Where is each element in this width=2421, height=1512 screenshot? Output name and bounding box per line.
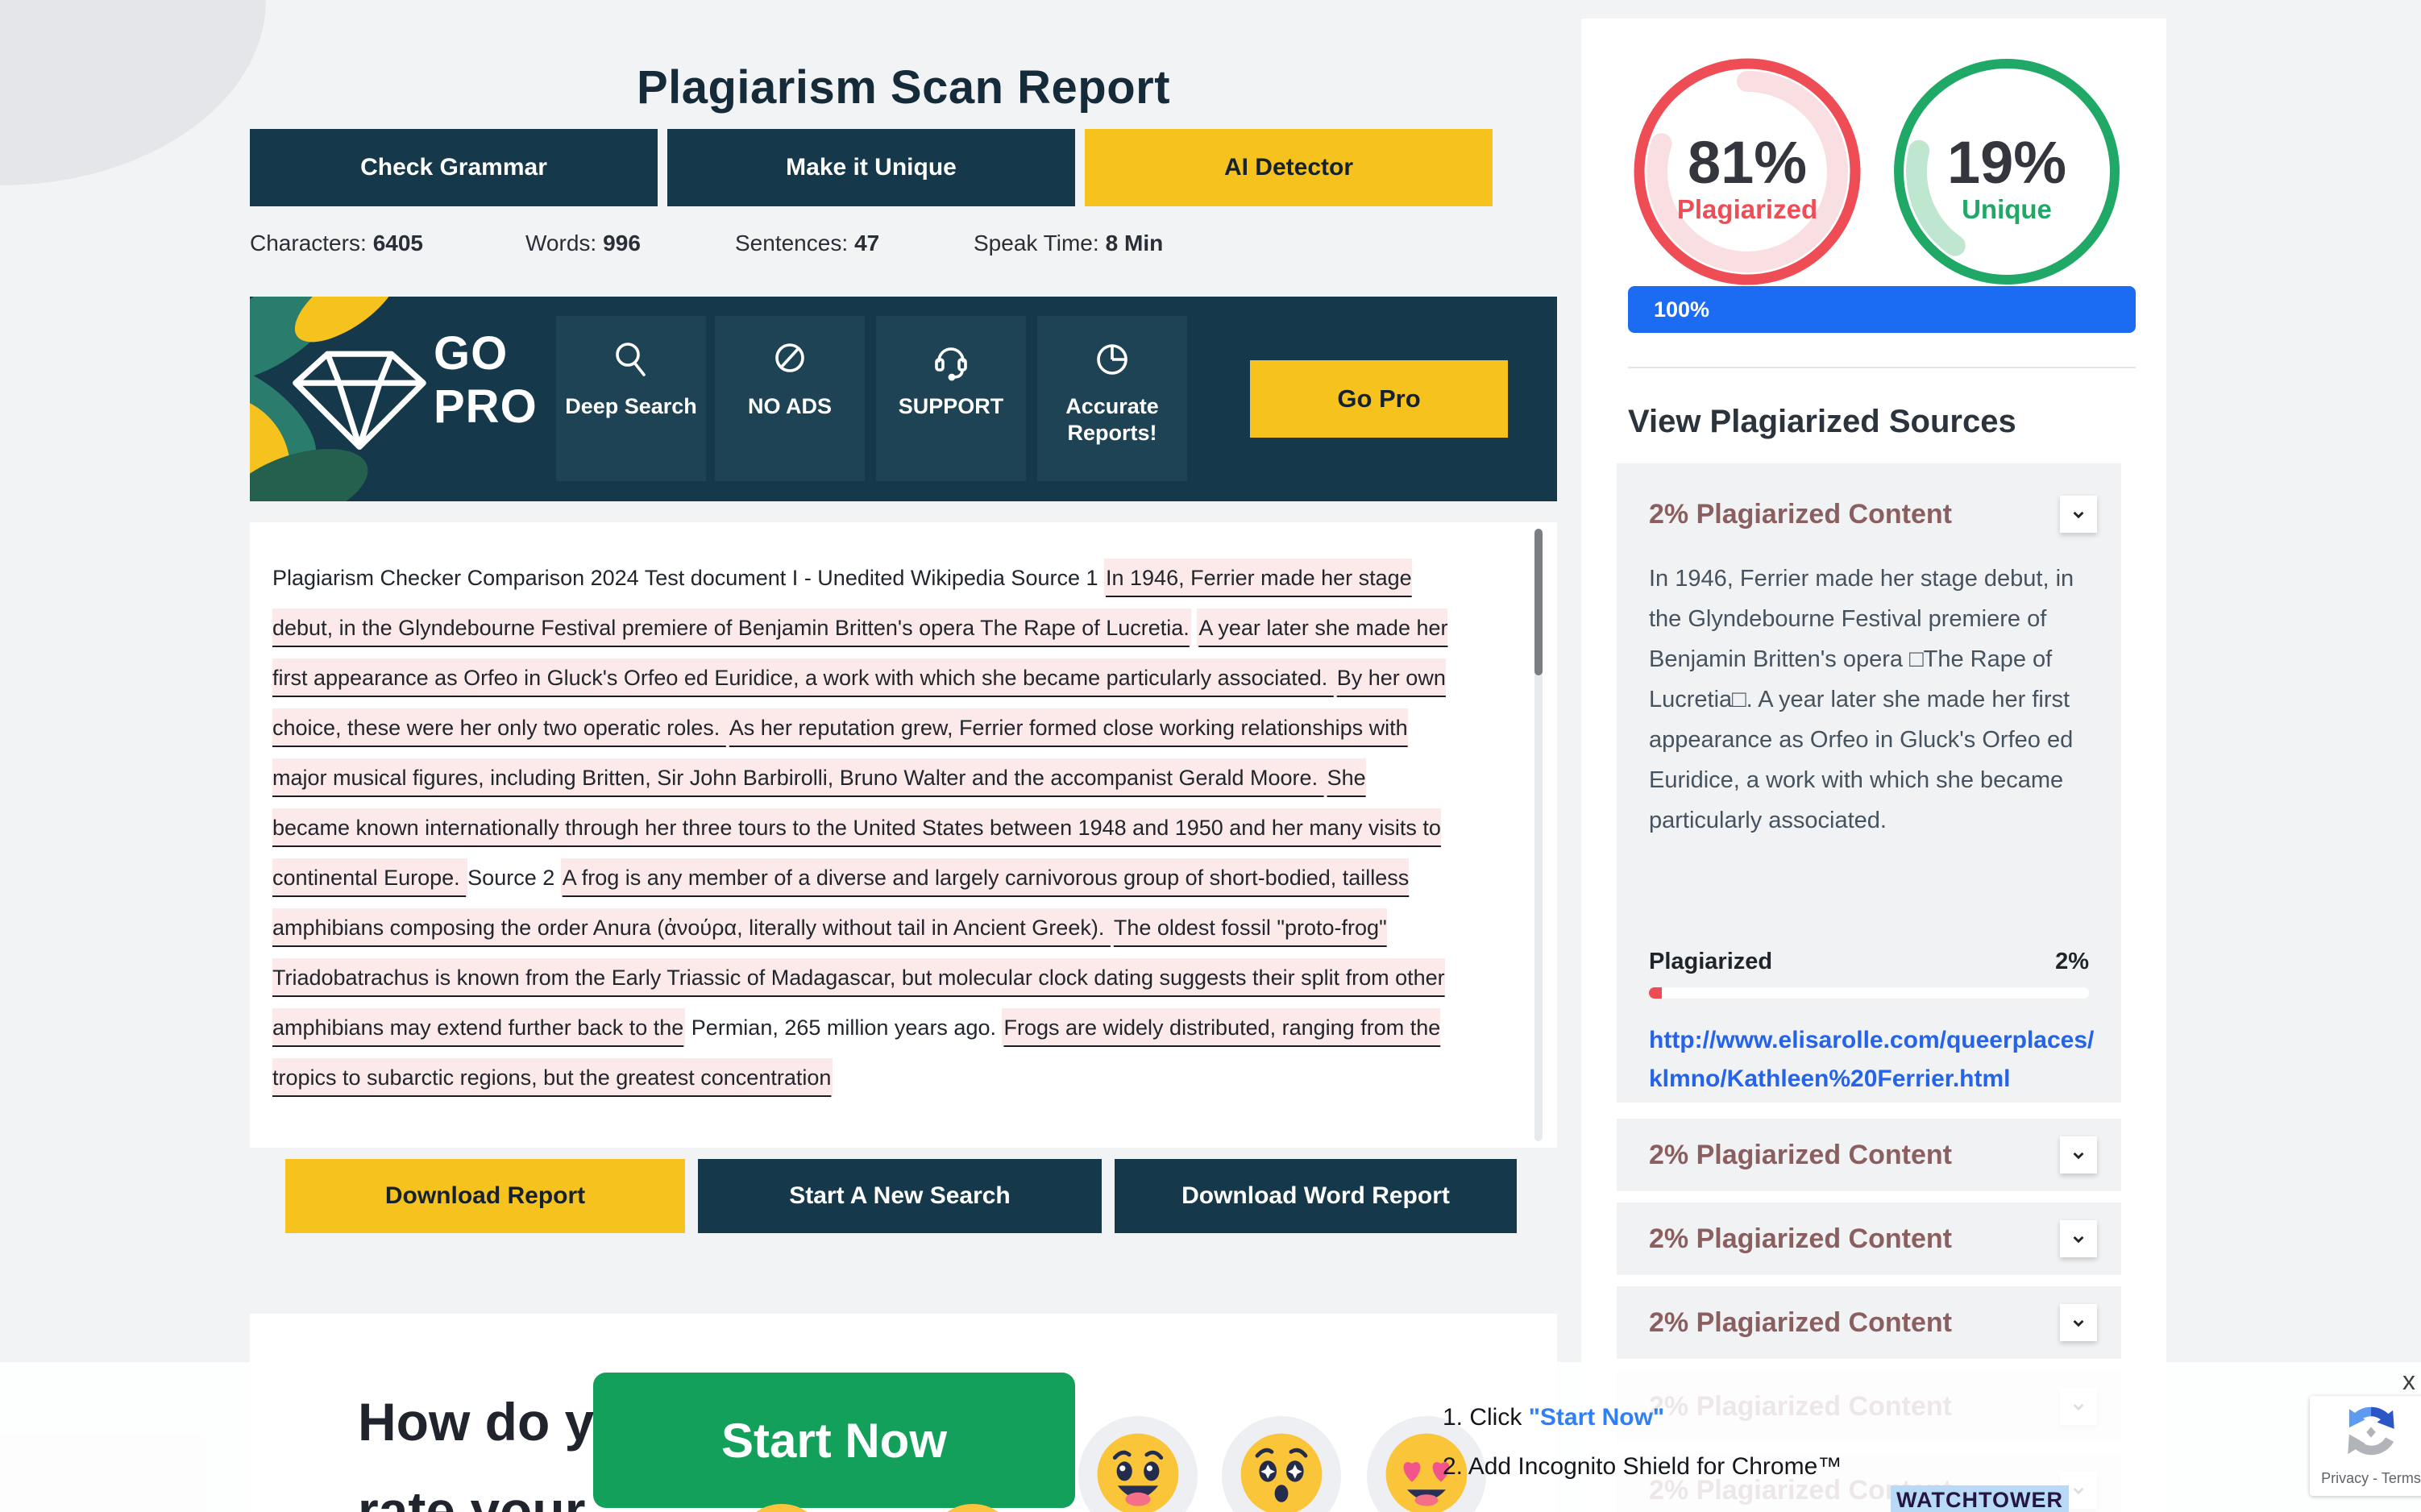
source-meter-bar (1649, 987, 2089, 999)
results-sidebar: 81% Plagiarized 19% Unique 100% View Pla… (1581, 19, 2166, 1512)
unique-donut: 19% Unique (1886, 51, 2128, 293)
source-meter-label: Plagiarized (1649, 949, 1772, 974)
source-card-heading: 2% Plagiarized Content (1649, 1119, 1952, 1191)
collapse-source-button[interactable] (2060, 496, 2097, 533)
plagiarized-percentage: 81% (1626, 128, 1868, 197)
stat-speak-time: Speak Time:8 Min (974, 231, 1163, 256)
scan-progress-bar: 100% (1628, 286, 2136, 333)
expand-source-button[interactable] (2060, 1304, 2097, 1341)
source-url-link[interactable]: http://www.elisarolle.com/queerplaces/kl… (1649, 1021, 2100, 1099)
chevron-down-icon (2068, 1228, 2089, 1249)
start-now-button[interactable]: Start Now (593, 1373, 1075, 1508)
grin-emoji-icon (1090, 1426, 1186, 1512)
sidebar-divider (1628, 367, 2136, 368)
starstruck-emoji-icon (1233, 1426, 1330, 1512)
unique-percentage: 19% (1886, 128, 2128, 197)
source-meter-fill (1649, 987, 1662, 999)
expand-source-button[interactable] (2060, 1136, 2097, 1173)
plagiarized-donut: 81% Plagiarized (1626, 51, 1868, 293)
pie-chart-icon (1090, 337, 1135, 382)
chevron-down-icon (2068, 1312, 2089, 1333)
feature-label: SUPPORT (899, 393, 1004, 420)
report-plain-text: Permian, 265 million years ago. (685, 1008, 1002, 1047)
check-grammar-button[interactable]: Check Grammar (250, 129, 658, 206)
stat-characters: Characters:6405 (250, 231, 423, 256)
report-scrollbar[interactable] (1534, 529, 1543, 1141)
headset-icon (928, 337, 974, 382)
watchtower-logo: WATCHTOWER (1891, 1485, 2069, 1512)
feature-accurate-reports: Accurate Reports! (1037, 316, 1187, 481)
go-pro-brand: GO PRO (434, 327, 538, 434)
plagiarized-label: Plagiarized (1626, 194, 1868, 225)
source-card-expanded: 2% Plagiarized Content In 1946, Ferrier … (1617, 463, 2121, 1103)
report-text-panel: Plagiarism Checker Comparison 2024 Test … (250, 522, 1557, 1148)
stat-words: Words:996 (525, 231, 641, 256)
report-plain-text: Plagiarism Checker Comparison 2024 Test … (272, 559, 1104, 597)
plagiarism-report-page: Plagiarism Scan Report Check Grammar Mak… (0, 0, 2421, 1512)
recaptcha-badge[interactable]: Privacy - Terms (2310, 1396, 2421, 1496)
go-pro-banner: GO PRO Deep Search NO ADS (250, 297, 1557, 501)
recaptcha-icon (2341, 1402, 2401, 1462)
sources-heading: View Plagiarized Sources (1628, 404, 2016, 440)
source-excerpt: In 1946, Ferrier made her stage debut, i… (1649, 559, 2094, 841)
rating-emoji-starstruck[interactable] (1222, 1416, 1341, 1512)
make-it-unique-button[interactable]: Make it Unique (667, 129, 1075, 206)
feature-label: Deep Search (565, 393, 697, 420)
source-card-heading: 2% Plagiarized Content (1649, 499, 1952, 530)
rating-emoji-grin[interactable] (1078, 1416, 1198, 1512)
chevron-down-icon (2068, 1144, 2089, 1165)
search-icon (608, 337, 654, 382)
go-pro-button[interactable]: Go Pro (1250, 360, 1508, 438)
no-ads-icon (767, 337, 812, 382)
start-now-link-text[interactable]: "Start Now" (1529, 1404, 1664, 1431)
start-new-search-button[interactable]: Start A New Search (698, 1159, 1102, 1233)
overlay-close-button[interactable]: x (2398, 1365, 2420, 1397)
expand-source-button[interactable] (2060, 1220, 2097, 1257)
promo-instruction-2: 2. Add Incognito Shield for Chrome™ (1443, 1453, 1842, 1481)
diamond-icon (287, 345, 432, 453)
corner-decoration (0, 0, 266, 185)
feature-label: Accurate Reports! (1037, 393, 1187, 447)
download-report-button[interactable]: Download Report (285, 1159, 685, 1233)
report-text: Plagiarism Checker Comparison 2024 Test … (272, 553, 1517, 1103)
promo-instruction-1: 1. Click "Start Now" (1443, 1404, 1664, 1431)
source-card-heading: 2% Plagiarized Content (1649, 1203, 1952, 1275)
feature-no-ads: NO ADS (715, 316, 865, 481)
report-scrollbar-thumb[interactable] (1534, 529, 1543, 675)
source-card-heading: 2% Plagiarized Content (1649, 1286, 1952, 1359)
source-card-collapsed: 2% Plagiarized Content (1617, 1286, 2121, 1359)
ai-detector-button[interactable]: AI Detector (1085, 129, 1493, 206)
source-meter-row: Plagiarized 2% (1649, 949, 2089, 975)
report-plain-text: Source 2 (467, 858, 561, 897)
scan-progress-value: 100% (1654, 297, 1709, 322)
source-card-collapsed: 2% Plagiarized Content (1617, 1203, 2121, 1275)
unique-label: Unique (1886, 194, 2128, 225)
page-title: Plagiarism Scan Report (250, 60, 1557, 114)
feature-label: NO ADS (748, 393, 832, 420)
download-word-report-button[interactable]: Download Word Report (1115, 1159, 1517, 1233)
source-card-collapsed: 2% Plagiarized Content (1617, 1119, 2121, 1191)
chevron-down-icon (2068, 504, 2089, 525)
recaptcha-privacy-terms[interactable]: Privacy - Terms (2310, 1470, 2421, 1487)
feature-deep-search: Deep Search (556, 316, 706, 481)
source-meter-value: 2% (2055, 949, 2089, 975)
rating-question-line2: rate your (358, 1480, 585, 1512)
stat-sentences: Sentences:47 (735, 231, 879, 256)
feature-support: SUPPORT (876, 316, 1026, 481)
